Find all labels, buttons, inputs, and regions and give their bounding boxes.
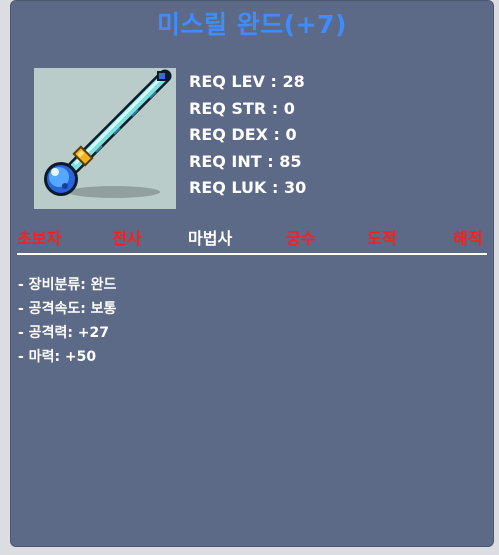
divider bbox=[17, 253, 487, 255]
mithril-wand-icon bbox=[44, 69, 172, 198]
req-luk: REQ LUK : 30 bbox=[189, 178, 307, 197]
job-pirate: 해적 bbox=[453, 229, 483, 248]
stat-category: - 장비분류: 완드 bbox=[18, 277, 117, 293]
req-level: REQ LEV : 28 bbox=[189, 72, 305, 91]
job-thief: 도적 bbox=[367, 229, 397, 248]
job-beginner: 초보자 bbox=[17, 229, 62, 248]
job-warrior: 전사 bbox=[112, 229, 142, 248]
req-str: REQ STR : 0 bbox=[189, 98, 295, 118]
stat-magic: - 마력: +50 bbox=[18, 349, 97, 365]
job-bowman: 궁수 bbox=[286, 229, 316, 248]
job-magician: 마법사 bbox=[188, 229, 233, 248]
requirements-list: REQ LEV : 28 REQ STR : 0 REQ DEX : 0 REQ… bbox=[189, 69, 306, 202]
item-icon-frame bbox=[34, 68, 176, 209]
job-restrictions: 초보자 전사 마법사 궁수 도적 해적 bbox=[11, 225, 495, 249]
item-stats: - 장비분류: 완드 - 공격속도: 보통 - 공격력: +27 - 마력: +… bbox=[18, 273, 116, 369]
stat-attack-speed: - 공격속도: 보통 bbox=[18, 301, 117, 317]
req-int: REQ INT : 85 bbox=[189, 151, 302, 171]
item-name: 미스릴 완드(+7) bbox=[157, 10, 347, 39]
req-dex: REQ DEX : 0 bbox=[189, 125, 297, 144]
stat-attack: - 공격력: +27 bbox=[18, 325, 110, 341]
item-tooltip: 미스릴 완드(+7) REQ LEV: 28 REQ STR: 0 REQ … bbox=[10, 0, 494, 547]
